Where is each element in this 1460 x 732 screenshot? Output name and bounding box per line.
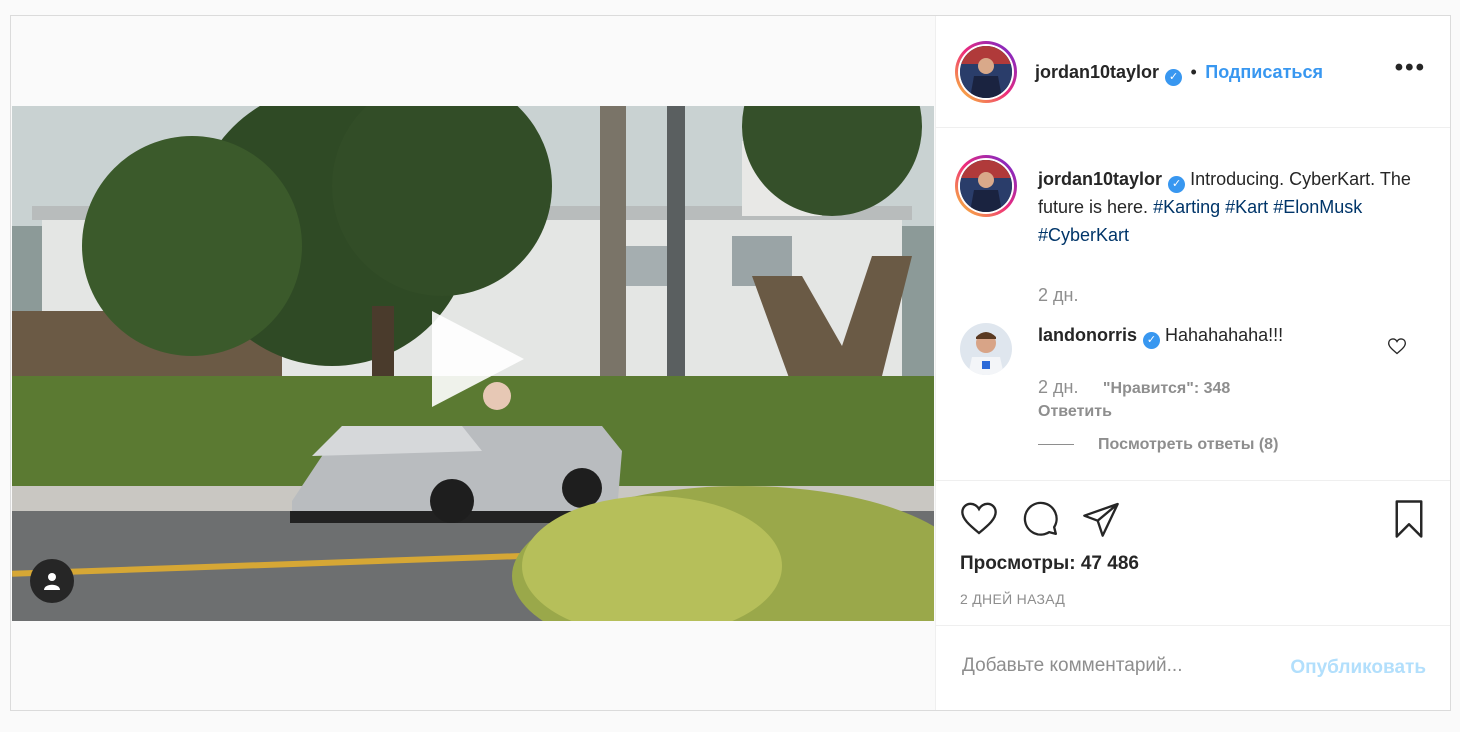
caption-time[interactable]: 2 дн. <box>1038 285 1078 306</box>
comments-section: jordan10taylor ✓ Introducing. CyberKart. … <box>935 128 1450 480</box>
view-replies-label: Посмотреть ответы (8) <box>1098 436 1279 453</box>
bookmark-icon[interactable] <box>1391 498 1427 545</box>
author-username[interactable]: jordan10taylor <box>1035 62 1159 82</box>
commenter-username[interactable]: landonorris <box>1038 325 1137 345</box>
post-header: jordan10taylor ✓ • Подписаться ••• <box>935 16 1450 128</box>
verified-icon: ✓ <box>1143 332 1161 349</box>
avatar-image <box>960 160 1012 212</box>
post-card: jordan10taylor ✓ • Подписаться ••• jorda… <box>10 15 1451 711</box>
user-glyph <box>44 573 60 590</box>
commenter-avatar[interactable] <box>960 323 1012 375</box>
hashtag-link[interactable]: #ElonMusk <box>1273 197 1362 217</box>
comment-body: landonorris ✓ Hahahahaha!!! <box>1038 325 1283 349</box>
share-glyph <box>1083 502 1119 537</box>
hashtag-link[interactable]: #Kart <box>1225 197 1268 217</box>
reply-button[interactable]: Ответить <box>1038 403 1112 421</box>
publish-button[interactable]: Опубликовать <box>1290 657 1426 679</box>
header-meta: jordan10taylor ✓ • Подписаться <box>1035 62 1323 86</box>
comment-like-icon[interactable] <box>1387 336 1407 361</box>
hashtag-link[interactable]: #CyberKart <box>1038 225 1129 245</box>
user-icon[interactable] <box>30 559 74 603</box>
more-icon[interactable]: ••• <box>1395 56 1426 80</box>
media-panel <box>11 16 936 710</box>
avatar-image <box>960 46 1012 98</box>
post-actions: Просмотры: 47 486 2 ДНЕЙ НАЗАД <box>935 480 1450 627</box>
comment-likes[interactable]: "Нравится": 348 <box>1103 380 1230 397</box>
hashtag-link[interactable]: #Karting <box>1153 197 1220 217</box>
separator: • <box>1190 62 1197 82</box>
avatar-image-art <box>960 160 1012 212</box>
view-count[interactable]: Просмотры: 47 486 <box>960 553 1139 575</box>
bookmark-glyph <box>1395 500 1423 538</box>
caption-author-avatar[interactable] <box>955 155 1017 217</box>
caption-username[interactable]: jordan10taylor <box>1038 169 1162 189</box>
comment-icon[interactable] <box>1020 498 1060 543</box>
comment-time[interactable]: 2 дн. <box>1038 377 1078 397</box>
heart-glyph <box>961 502 997 535</box>
play-icon[interactable] <box>432 311 524 407</box>
post-sidebar: jordan10taylor ✓ • Подписаться ••• jorda… <box>935 16 1450 710</box>
heart-glyph <box>1387 338 1407 355</box>
share-icon[interactable] <box>1081 499 1121 544</box>
follow-button[interactable]: Подписаться <box>1205 62 1323 82</box>
avatar-image-art <box>960 46 1012 98</box>
verified-icon: ✓ <box>1168 176 1186 193</box>
post-timestamp[interactable]: 2 ДНЕЙ НАЗАД <box>960 591 1065 607</box>
comment-text: Hahahahaha!!! <box>1165 325 1284 345</box>
add-comment-bar: Опубликовать <box>935 625 1450 711</box>
comment-glyph <box>1023 501 1058 536</box>
author-avatar[interactable] <box>955 41 1017 103</box>
post-caption: jordan10taylor ✓ Introducing. CyberKart. … <box>1038 165 1418 249</box>
heart-icon[interactable] <box>959 498 999 543</box>
replies-divider <box>1038 444 1074 446</box>
verified-icon: ✓ <box>1165 69 1183 86</box>
comment-input[interactable] <box>960 654 1294 678</box>
comment-meta: 2 дн. "Нравится": 348 <box>1038 377 1230 398</box>
commenter-avatar-art <box>960 323 1012 375</box>
video-player[interactable] <box>12 106 934 621</box>
view-replies-button[interactable]: Посмотреть ответы (8) <box>1038 436 1278 454</box>
